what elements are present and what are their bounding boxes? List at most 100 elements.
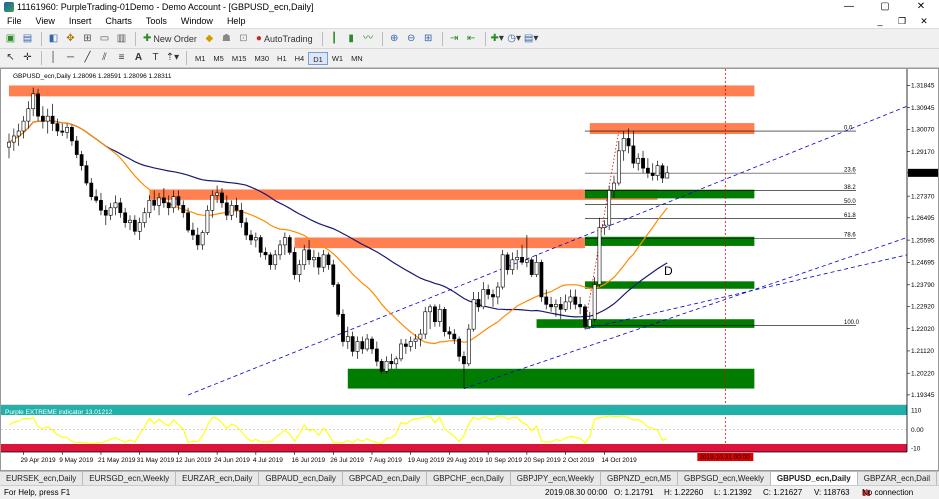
periods-icon[interactable]: ◷ ▾	[507, 32, 522, 47]
timeframe-m15[interactable]: M15	[228, 52, 251, 65]
vertical-line-icon[interactable]: │	[46, 51, 61, 66]
fib-level-label: 78.6	[844, 233, 856, 239]
price-chart[interactable]: 0.023.638.250.061.878.6100.0 1.318451.30…	[1, 69, 938, 470]
label-d: D	[664, 264, 673, 278]
text-icon[interactable]: A	[131, 51, 146, 66]
profiles-icon[interactable]: ▤	[20, 32, 35, 47]
bar-chart-icon[interactable]: ┃	[327, 32, 342, 47]
candle-body	[360, 341, 365, 350]
market-icon[interactable]: ☗	[219, 32, 234, 47]
candlestick-icon[interactable]: ▮	[344, 32, 359, 47]
oscillator-level-label: 110	[911, 407, 922, 414]
timeframe-w1[interactable]: W1	[328, 52, 347, 65]
menu-tools[interactable]: Tools	[139, 14, 174, 29]
indicators-icon[interactable]: ✚ ▾	[490, 32, 505, 47]
tab-eursek-daily[interactable]: EURSEK_ecn,Daily	[0, 472, 84, 485]
time-marker-label: 2019.10.31 00:00	[699, 454, 750, 461]
menu-charts[interactable]: Charts	[98, 14, 139, 29]
candle-body	[394, 358, 399, 365]
tab-eurzar-daily[interactable]: EURZAR_ecn,Daily	[176, 472, 260, 485]
candle-body	[515, 257, 520, 261]
crosshair-icon[interactable]: ✛	[20, 51, 35, 66]
timeframe-m30[interactable]: M30	[250, 52, 273, 65]
fib-level-label: 61.8	[844, 213, 856, 219]
candle-body	[650, 172, 655, 176]
menu-help[interactable]: Help	[220, 14, 253, 29]
x-tick-label: 31 May 2019	[137, 457, 175, 464]
tab-gbpzar-daily[interactable]: GBPZAR_ecn,Dail	[858, 472, 937, 485]
cursor-icon[interactable]: ↖	[3, 51, 18, 66]
templates-icon[interactable]: ▤ ▾	[524, 32, 539, 47]
menu-view[interactable]: View	[29, 14, 62, 29]
chart-close-button[interactable]: ✕	[913, 14, 935, 29]
tab-gbpaud-daily[interactable]: GBPAUD_ecn,Daily	[259, 472, 343, 485]
trendline-icon[interactable]: ╱	[80, 51, 95, 66]
timeframe-h1[interactable]: H1	[273, 52, 291, 65]
status-volume: V: 118763	[814, 488, 850, 497]
candle-body	[481, 289, 486, 308]
maximize-button[interactable]: ▢	[867, 0, 903, 14]
channel-icon[interactable]: ⫽	[97, 51, 112, 66]
zoom-out-icon[interactable]: ⊖	[404, 32, 419, 47]
tab-gbpchf-daily[interactable]: GBPCHF_ecn,Daily	[427, 472, 511, 485]
label-icon[interactable]: T	[148, 51, 163, 66]
y-tick-label: 1.20220	[911, 371, 935, 378]
timeframe-d1[interactable]: D1	[308, 51, 328, 65]
menu-insert[interactable]: Insert	[62, 14, 99, 29]
candle-body	[108, 207, 113, 216]
data-window-icon[interactable]: ⊞	[80, 32, 95, 47]
minimize-button[interactable]: —	[831, 0, 867, 14]
chart-restore-button[interactable]: ❐	[891, 14, 913, 29]
support-zone-8	[347, 368, 755, 389]
candle-body	[602, 224, 607, 228]
chart-shift-icon[interactable]: ⇤	[464, 32, 479, 47]
new-chart-icon[interactable]: ▣	[3, 32, 18, 47]
new-order-button[interactable]: ✚ New Order	[140, 32, 200, 47]
timeframe-h4[interactable]: H4	[291, 52, 309, 65]
timeframe-m5[interactable]: M5	[209, 52, 227, 65]
horizontal-line-icon[interactable]: ─	[63, 51, 78, 66]
autotrading-button[interactable]: ● AutoTrading	[253, 32, 316, 47]
close-button[interactable]: ✕	[903, 0, 939, 14]
timeframe-m1[interactable]: M1	[191, 52, 209, 65]
candle-body	[326, 254, 331, 266]
x-tick-label: 10 Sep 2019	[485, 457, 522, 464]
fibonacci-icon[interactable]: ≡	[114, 51, 129, 66]
chart-tabs: EURSEK_ecn,Daily EURSGD_ecn,Weekly EURZA…	[0, 471, 939, 485]
tab-gbpsgd-weekly[interactable]: GBPSGD_ecn,Weekly	[678, 472, 771, 485]
menu-window[interactable]: Window	[174, 14, 220, 29]
arrows-icon[interactable]: ⇡ ▾	[165, 51, 180, 66]
timeframe-mn[interactable]: MN	[347, 52, 367, 65]
navigator-icon[interactable]: ✥	[63, 32, 78, 47]
signals-icon[interactable]: ⊡	[236, 32, 251, 47]
app-icon	[4, 2, 14, 12]
chart-minimize-button[interactable]: _	[869, 14, 891, 29]
candle-body	[40, 115, 45, 122]
strategy-tester-icon[interactable]: ▥	[114, 32, 129, 47]
resistance-zone-1	[589, 123, 755, 134]
status-low: L: 1.21392	[714, 488, 752, 497]
tab-gbpusd-daily[interactable]: GBPUSD_ecn,Daily	[770, 472, 858, 485]
y-tick-label: 1.25595	[911, 237, 935, 244]
market-watch-icon[interactable]: ◧	[46, 32, 61, 47]
candle-body	[307, 249, 311, 261]
menu-file[interactable]: File	[0, 14, 29, 29]
oscillator-level-label: 0.00	[911, 427, 924, 434]
candle-body	[365, 338, 370, 350]
tab-gbpjpy-weekly[interactable]: GBPJPY_ecn,Weekly	[511, 472, 601, 485]
tab-gbpnzd-m5[interactable]: GBPNZD_ecn,M5	[601, 472, 679, 485]
tile-windows-icon[interactable]: ⊞	[421, 32, 436, 47]
candle-body	[607, 190, 612, 226]
auto-scroll-icon[interactable]: ⇥	[447, 32, 462, 47]
chart-window[interactable]: 0.0 23.6 38.2 50.0 61.8 78.6 100.0 1.31845 1.30…	[0, 68, 939, 471]
terminal-icon[interactable]: ▭	[97, 32, 112, 47]
candle-body	[655, 165, 660, 176]
candle-body	[626, 138, 631, 147]
candle-body	[336, 284, 341, 315]
metaeditor-icon[interactable]: ◆	[202, 32, 217, 47]
tab-gbpcad-daily[interactable]: GBPCAD_ecn,Daily	[343, 472, 428, 485]
y-tick-label: 1.27370	[911, 193, 935, 200]
line-chart-icon[interactable]: 〰	[361, 32, 376, 47]
zoom-in-icon[interactable]: ⊕	[387, 32, 402, 47]
tab-eursgd-weekly[interactable]: EURSGD_ecn,Weekly	[83, 472, 177, 485]
